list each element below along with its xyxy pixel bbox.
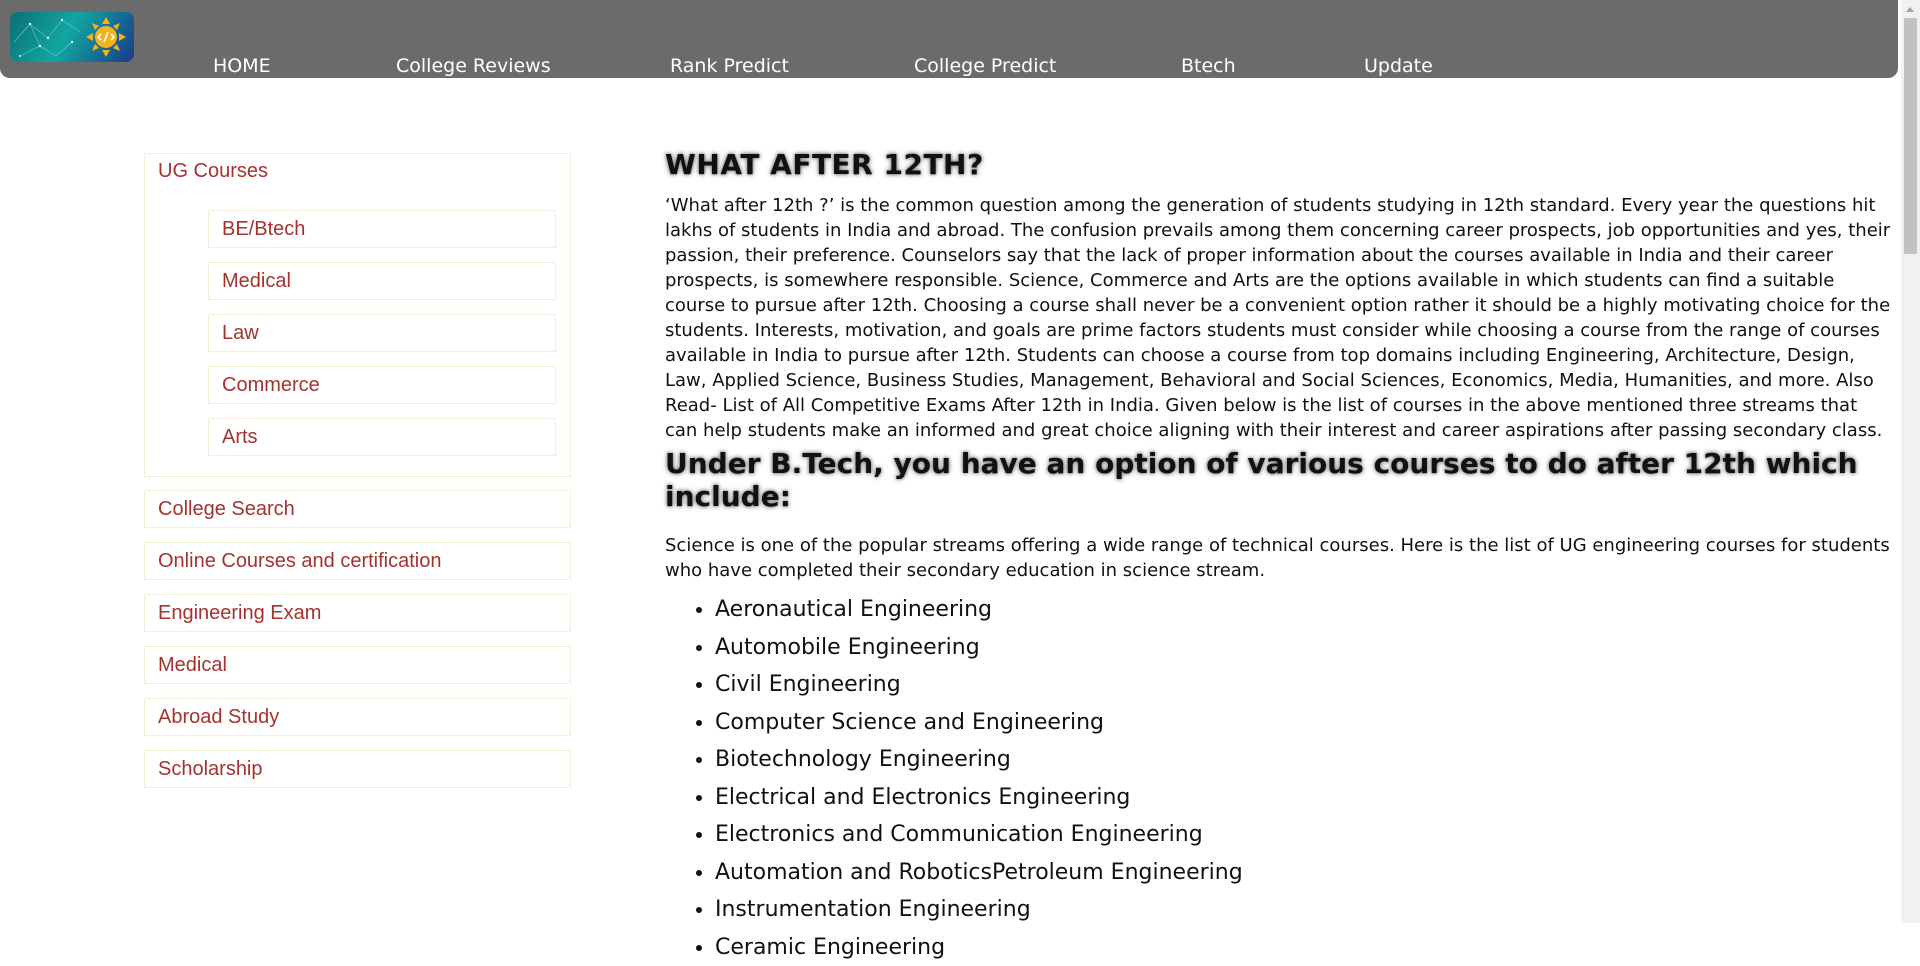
course-list: Aeronautical Engineering Automobile Engi… — [665, 591, 1895, 966]
sidebar-subitem-medical[interactable]: Medical — [208, 262, 556, 300]
nav-rank-predict[interactable]: Rank Predict — [670, 55, 789, 77]
sidebar-group-ug-courses: UG Courses BE/Btech Medical Law Commerce… — [144, 153, 571, 477]
list-item: Electronics and Communication Engineerin… — [715, 816, 1895, 854]
page-title: WHAT AFTER 12TH? — [665, 148, 1895, 181]
btech-subheading: Under B.Tech, you have an option of vari… — [665, 447, 1895, 513]
sidebar-item-college-search[interactable]: College Search — [144, 490, 571, 528]
sidebar-subitem-law[interactable]: Law — [208, 314, 556, 352]
top-navbar: HOME College Reviews Rank Predict Colleg… — [0, 0, 1898, 78]
sidebar-subitem-arts[interactable]: Arts — [208, 418, 556, 456]
sidebar-group-title[interactable]: UG Courses — [158, 160, 268, 183]
scroll-up-arrow-icon[interactable] — [1901, 0, 1920, 17]
list-item: Electrical and Electronics Engineering — [715, 779, 1895, 817]
sidebar-item-abroad-study[interactable]: Abroad Study — [144, 698, 571, 736]
sidebar-item-medical[interactable]: Medical — [144, 646, 571, 684]
sidebar-subitem-commerce[interactable]: Commerce — [208, 366, 556, 404]
nav-update[interactable]: Update — [1364, 55, 1433, 77]
main-content: WHAT AFTER 12TH? ‘What after 12th ?’ is … — [665, 148, 1895, 966]
sidebar-subitem-btech[interactable]: BE/Btech — [208, 210, 556, 248]
list-item: Ceramic Engineering — [715, 929, 1895, 966]
list-item: Aeronautical Engineering — [715, 591, 1895, 629]
list-item: Automation and RoboticsPetroleum Enginee… — [715, 854, 1895, 892]
intro-paragraph: ‘What after 12th ?’ is the common questi… — [665, 193, 1895, 443]
site-logo[interactable] — [10, 12, 134, 62]
scrollbar-thumb[interactable] — [1904, 18, 1917, 254]
list-item: Civil Engineering — [715, 666, 1895, 704]
list-item: Computer Science and Engineering — [715, 704, 1895, 742]
sidebar-item-engineering-exam[interactable]: Engineering Exam — [144, 594, 571, 632]
nav-home[interactable]: HOME — [213, 55, 271, 77]
nav-college-reviews[interactable]: College Reviews — [396, 55, 551, 77]
nav-btech[interactable]: Btech — [1181, 55, 1236, 77]
list-item: Biotechnology Engineering — [715, 741, 1895, 779]
code-sun-logo-icon — [10, 12, 134, 62]
list-item: Automobile Engineering — [715, 629, 1895, 667]
nav-college-predict[interactable]: College Predict — [914, 55, 1056, 77]
page-scrollbar[interactable] — [1901, 0, 1920, 923]
science-paragraph: Science is one of the popular streams of… — [665, 533, 1895, 583]
sidebar-item-online-courses[interactable]: Online Courses and certification — [144, 542, 571, 580]
sidebar-item-scholarship[interactable]: Scholarship — [144, 750, 571, 788]
